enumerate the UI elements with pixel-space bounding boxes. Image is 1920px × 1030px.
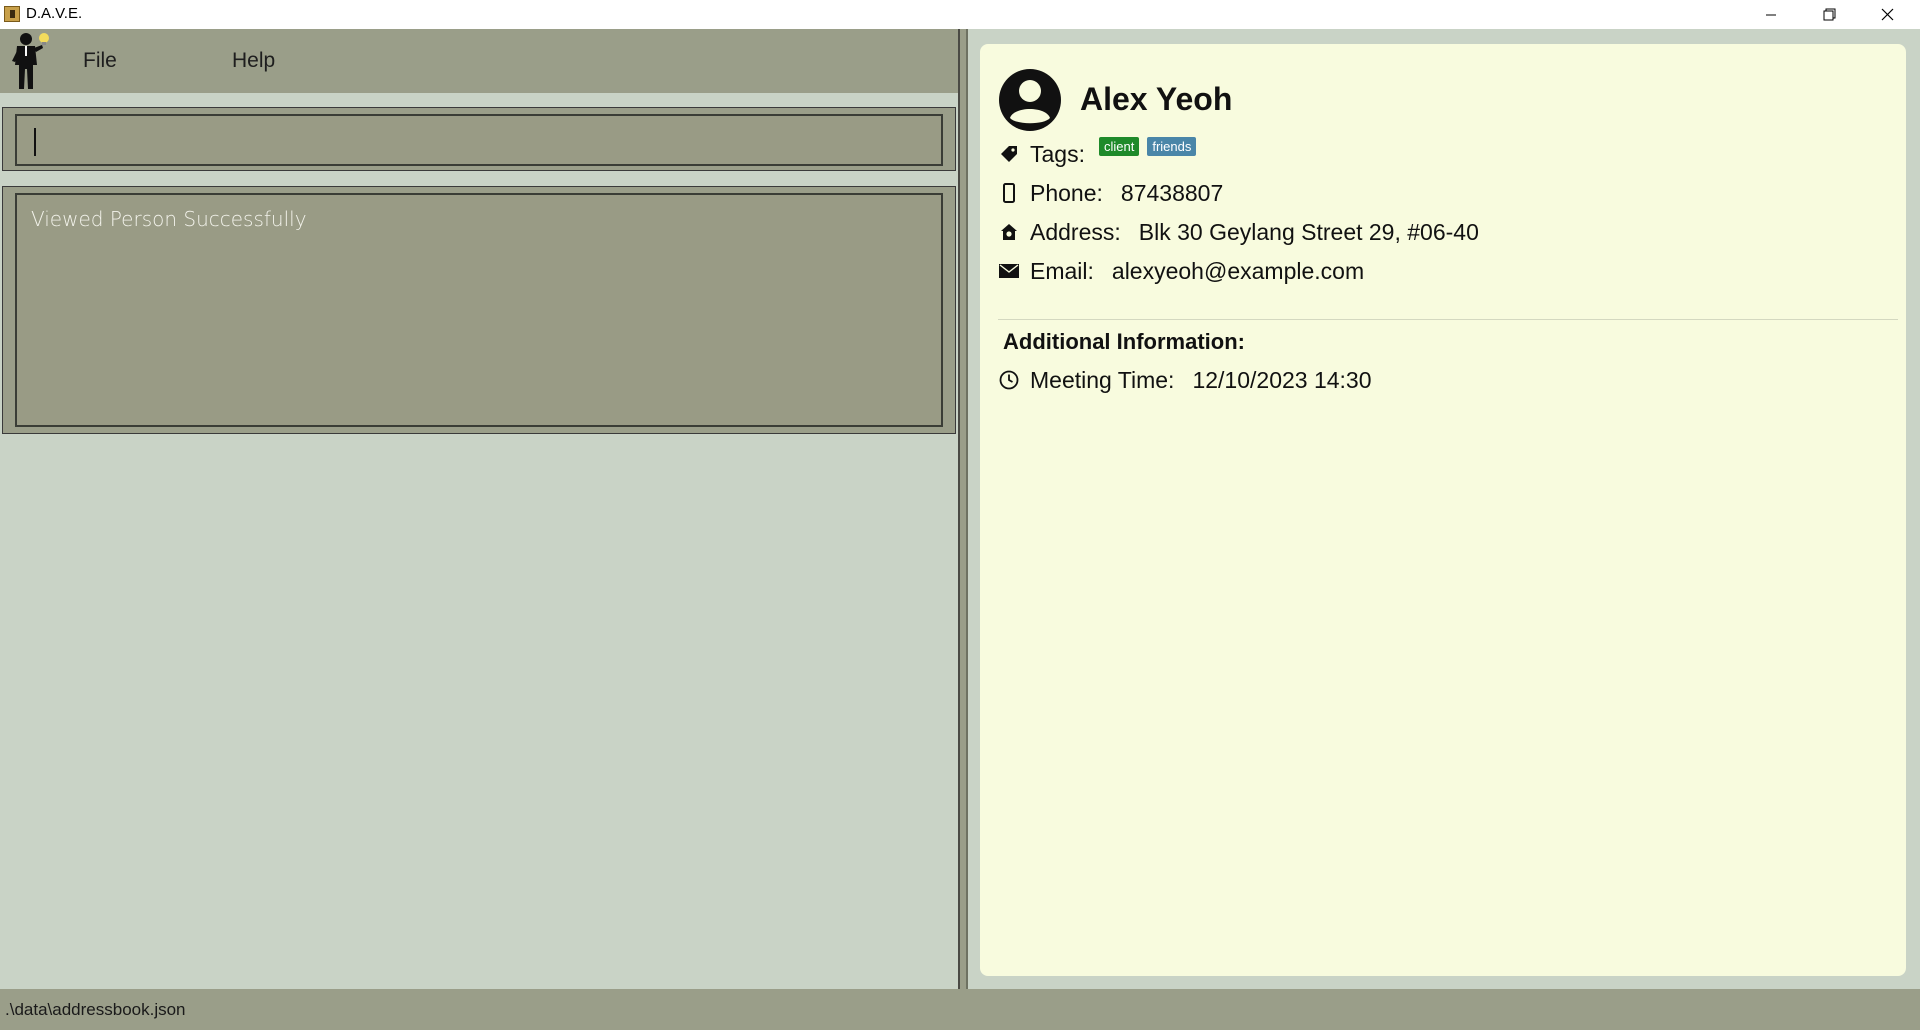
person-avatar-icon (999, 69, 1061, 131)
tags-row: Tags: client friends (998, 136, 1204, 169)
tag-badge: client (1098, 136, 1140, 156)
command-box-container (2, 107, 956, 171)
left-pane: File Help Viewed Person Successfully (0, 29, 958, 989)
save-file-path: .\data\addressbook.json (5, 1000, 186, 1019)
minimize-icon (1766, 14, 1776, 15)
businessman-lightbulb-logo (12, 33, 49, 89)
restore-icon (1823, 8, 1835, 21)
window-title: D.A.V.E. (26, 5, 83, 22)
title-bar: D.A.V.E. (0, 0, 1920, 29)
address-value: Blk 30 Geylang Street 29, #06-40 (1138, 218, 1479, 245)
meeting-time-row: Meeting Time: 12/10/2023 14:30 (998, 365, 1372, 395)
email-label: Email: (1030, 257, 1094, 284)
restore-button[interactable] (1800, 0, 1858, 29)
tag-badge: friends (1147, 136, 1197, 156)
status-bar: .\data\addressbook.json (0, 989, 1920, 1030)
clock-icon (998, 369, 1020, 391)
command-input[interactable] (15, 114, 943, 166)
meeting-time-label: Meeting Time: (1030, 366, 1175, 393)
phone-label: Phone: (1030, 179, 1103, 206)
person-name: Alex Yeoh (1080, 81, 1233, 117)
phone-icon (998, 182, 1020, 204)
address-row: Address: Blk 30 Geylang Street 29, #06-4… (998, 217, 1479, 247)
app-icon (4, 6, 20, 22)
tag-icon (998, 143, 1020, 165)
section-divider (998, 319, 1898, 320)
meeting-time-value: 12/10/2023 14:30 (1192, 366, 1372, 393)
result-display-container: Viewed Person Successfully (2, 186, 956, 434)
minimize-button[interactable] (1742, 0, 1800, 29)
person-detail-card: Alex Yeoh Tags: client friends Phone: 87… (980, 44, 1906, 976)
right-pane: Alex Yeoh Tags: client friends Phone: 87… (968, 29, 1920, 989)
menu-file[interactable]: File (83, 49, 117, 73)
result-message: Viewed Person Successfully (31, 207, 307, 231)
menu-help[interactable]: Help (232, 49, 275, 73)
email-value: alexyeoh@example.com (1111, 257, 1365, 284)
address-label: Address: (1030, 218, 1121, 245)
close-icon (1881, 8, 1893, 21)
close-button[interactable] (1858, 0, 1916, 29)
tags-label: Tags: (1030, 140, 1085, 167)
envelope-icon (998, 260, 1020, 282)
additional-info-heading: Additional Information: (1003, 329, 1245, 354)
phone-row: Phone: 87438807 (998, 178, 1223, 208)
phone-value: 87438807 (1120, 179, 1224, 206)
email-row: Email: alexyeoh@example.com (998, 256, 1364, 286)
split-pane-divider[interactable] (958, 29, 968, 989)
home-icon (998, 221, 1020, 243)
menu-bar: File Help (0, 29, 958, 93)
text-caret (34, 128, 36, 156)
result-display[interactable]: Viewed Person Successfully (15, 193, 943, 427)
